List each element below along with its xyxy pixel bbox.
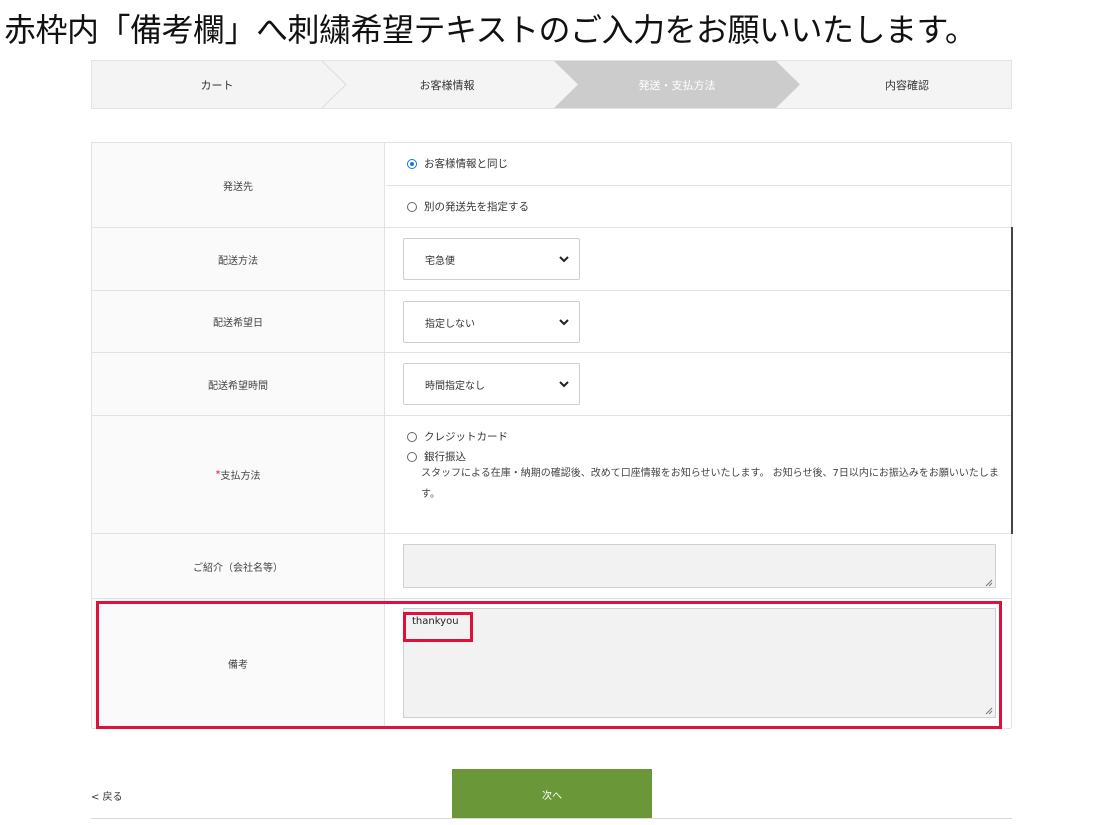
- payment-row: * 支払方法 クレジットカード 銀行振込 スタッフによる在庫・納期の確認後、改めて…: [92, 416, 1011, 534]
- delivery-method-label: 配送方法: [92, 228, 385, 290]
- instruction-headline: 赤枠内「備考欄」へ刺繍希望テキストのご入力をお願いいたします。: [4, 11, 977, 49]
- chevron-down-icon: [559, 256, 569, 263]
- delivery-date-select[interactable]: 指定しない: [403, 301, 580, 343]
- step-shipping-payment: 発送・支払方法: [638, 78, 716, 92]
- delivery-time-label: 配送希望時間: [92, 353, 385, 415]
- delivery-method-row: 配送方法 宅急便: [92, 228, 1011, 291]
- radio-unchecked-icon: [407, 201, 417, 212]
- radio-same-as-customer-label: お客様情報と同じ: [424, 158, 508, 170]
- radio-bank-transfer-label: 銀行振込: [424, 451, 466, 463]
- delivery-time-row: 配送希望時間 時間指定なし: [92, 353, 1011, 416]
- referral-row: ご紹介（会社名等）: [92, 534, 1011, 599]
- shipping-destination-row: 発送先 お客様情報と同じ 別の発送先を指定する: [92, 143, 1011, 228]
- shipping-destination-label: 発送先: [92, 143, 385, 227]
- payment-label-text: 支払方法: [220, 471, 261, 482]
- back-link[interactable]: < 戻る: [91, 788, 123, 803]
- radio-other-destination-label: 別の発送先を指定する: [424, 201, 529, 213]
- chevron-down-icon: [559, 381, 569, 388]
- radio-other-destination[interactable]: 別の発送先を指定する: [407, 199, 529, 214]
- delivery-time-select[interactable]: 時間指定なし: [403, 363, 580, 405]
- step-cart: カート: [200, 78, 234, 92]
- radio-same-as-customer[interactable]: お客様情報と同じ: [407, 156, 508, 171]
- delivery-date-row: 配送希望日 指定しない: [92, 291, 1011, 353]
- divider: [91, 818, 1012, 819]
- delivery-time-value: 時間指定なし: [425, 380, 485, 392]
- radio-credit-card[interactable]: クレジットカード: [407, 429, 508, 444]
- step-customer-info: お客様情報: [419, 78, 475, 92]
- radio-checked-icon: [407, 158, 417, 169]
- payment-label: * 支払方法: [92, 416, 385, 533]
- next-button[interactable]: 次へ: [452, 769, 652, 819]
- radio-unchecked-icon: [407, 451, 417, 462]
- referral-textarea[interactable]: [403, 544, 996, 588]
- resize-grip-icon: [985, 579, 993, 587]
- step-confirm: 内容確認: [885, 78, 929, 92]
- highlight-remarks-box: [96, 601, 1002, 729]
- highlight-remarks-text-box: [403, 612, 473, 642]
- delivery-method-value: 宅急便: [425, 255, 455, 267]
- radio-unchecked-icon: [407, 431, 417, 442]
- checkout-steps: カート お客様情報 発送・支払方法 内容確認: [91, 60, 1012, 109]
- referral-label: ご紹介（会社名等）: [92, 534, 385, 598]
- chevron-down-icon: [559, 319, 569, 326]
- radio-bank-transfer[interactable]: 銀行振込: [407, 449, 466, 464]
- scrollbar[interactable]: [1011, 227, 1013, 534]
- delivery-date-value: 指定しない: [425, 318, 475, 330]
- bank-transfer-note: スタッフによる在庫・納期の確認後、改めて口座情報をお知らせいたします。 お知らせ…: [421, 468, 999, 500]
- radio-credit-card-label: クレジットカード: [424, 431, 508, 443]
- delivery-method-select[interactable]: 宅急便: [403, 238, 580, 280]
- delivery-date-label: 配送希望日: [92, 291, 385, 352]
